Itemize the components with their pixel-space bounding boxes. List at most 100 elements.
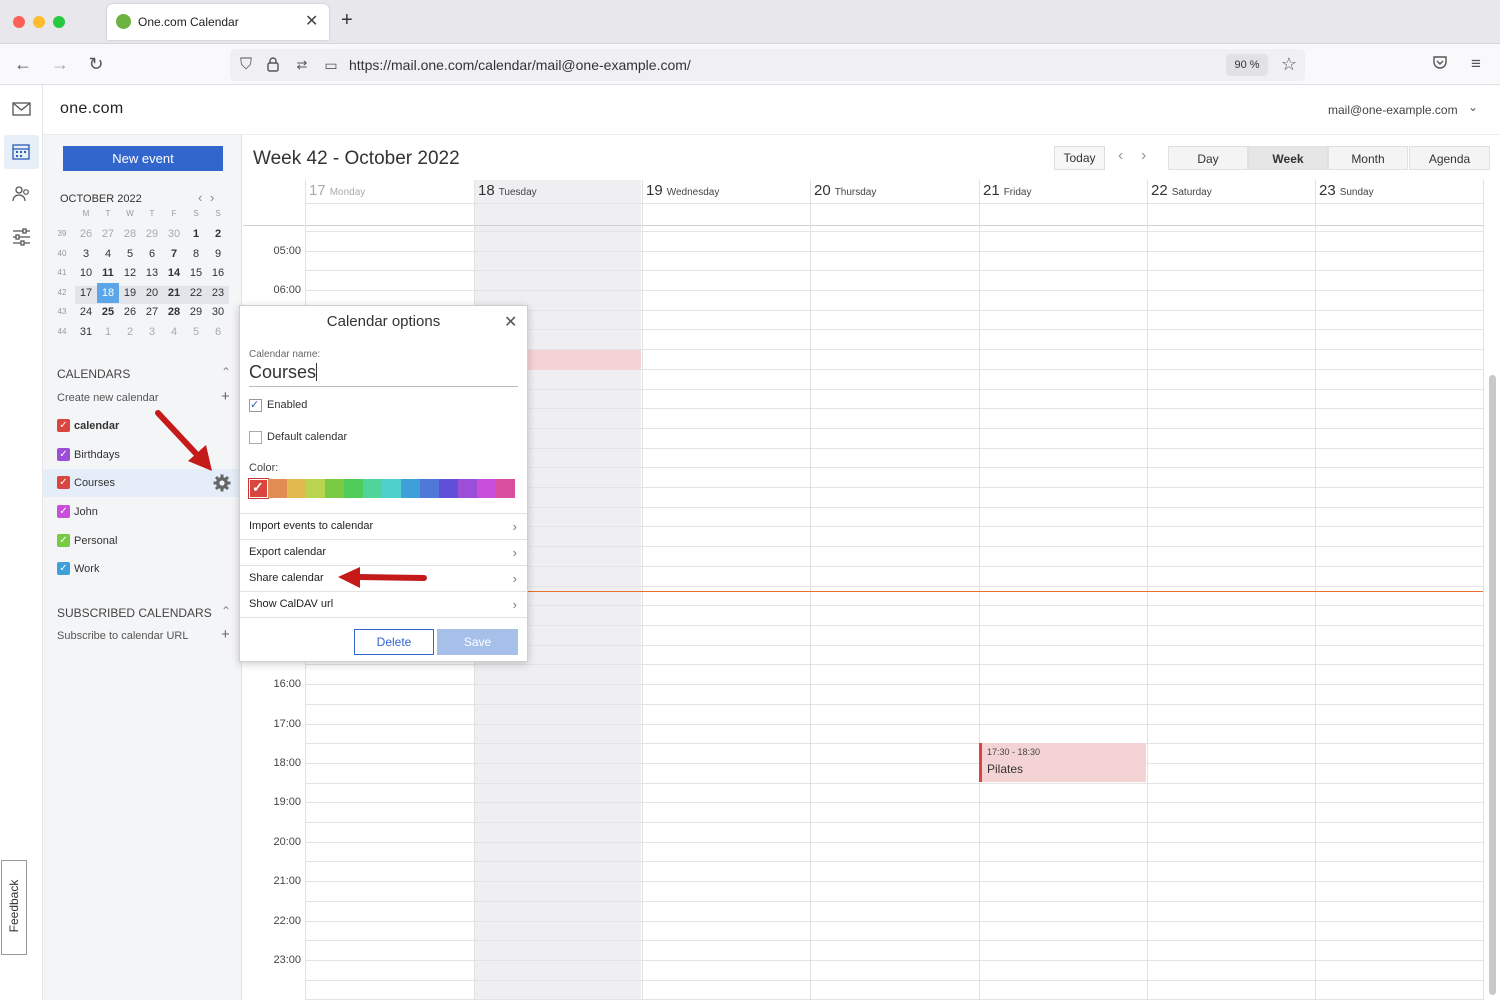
day-header-tuesday[interactable]: 18 Tuesday — [478, 182, 638, 202]
calendar-checkbox[interactable]: ✓ — [57, 448, 70, 461]
mini-day[interactable]: 9 — [207, 244, 229, 264]
color-swatch[interactable] — [382, 479, 401, 498]
lock-icon[interactable] — [267, 57, 279, 72]
permissions-icon[interactable]: ⇄ — [292, 55, 312, 75]
reload-icon[interactable]: ↻ — [86, 54, 106, 74]
mini-day[interactable]: 10 — [75, 263, 97, 283]
mini-day[interactable]: 8 — [185, 244, 207, 264]
create-calendar-link[interactable]: Create new calendar — [57, 392, 159, 404]
collapse-calendars-icon[interactable]: ⌃ — [221, 365, 231, 379]
color-swatch[interactable] — [268, 479, 287, 498]
mini-day[interactable]: 7 — [163, 244, 185, 264]
mail-icon[interactable] — [12, 102, 31, 121]
event-pilates[interactable]: 17:30 - 18:30 Pilates — [979, 743, 1146, 782]
dialog-menu-import-events-to-calendar[interactable]: Import events to calendar › — [240, 513, 527, 539]
color-swatch[interactable] — [420, 479, 439, 498]
url-text[interactable]: https://mail.one.com/calendar/mail@one-e… — [349, 57, 691, 73]
app-logo[interactable]: one.com — [60, 100, 123, 118]
grid-scrollbar[interactable] — [1489, 375, 1496, 995]
calendar-item-work[interactable]: ✓ Work — [43, 555, 242, 583]
mini-day[interactable]: 23 — [207, 283, 229, 303]
mini-day[interactable]: 31 — [75, 322, 97, 342]
mini-day[interactable]: 18 — [97, 282, 119, 303]
day-header-thursday[interactable]: 20 Thursday — [814, 182, 974, 202]
color-swatch[interactable] — [496, 479, 515, 498]
calendar-checkbox[interactable]: ✓ — [57, 562, 70, 575]
calendar-checkbox[interactable]: ✓ — [57, 505, 70, 518]
close-dialog-icon[interactable]: ✕ — [504, 312, 517, 332]
mini-day[interactable]: 29 — [141, 224, 163, 244]
mini-day[interactable]: 15 — [185, 263, 207, 283]
view-day-button[interactable]: Day — [1168, 146, 1248, 170]
color-swatch[interactable] — [344, 479, 363, 498]
calendar-checkbox[interactable]: ✓ — [57, 476, 70, 489]
calendar-checkbox[interactable]: ✓ — [57, 419, 70, 432]
mini-day[interactable]: 12 — [119, 263, 141, 283]
day-header-friday[interactable]: 21 Friday — [983, 182, 1143, 202]
today-button[interactable]: Today — [1054, 146, 1105, 170]
mini-day[interactable]: 13 — [141, 263, 163, 283]
mini-day[interactable]: 28 — [163, 302, 185, 322]
color-swatch[interactable] — [306, 479, 325, 498]
url-bar[interactable]: ⛉ ⇄ ▭ https://mail.one.com/calendar/mail… — [230, 49, 1305, 81]
shield-icon[interactable]: ⛉ — [236, 55, 256, 75]
mini-day[interactable]: 17 — [75, 283, 97, 303]
color-swatch[interactable]: ✓ — [248, 478, 269, 499]
mini-day[interactable]: 26 — [119, 302, 141, 322]
day-header-saturday[interactable]: 22 Saturday — [1151, 182, 1311, 202]
calendar-nav-icon[interactable] — [4, 135, 39, 169]
add-subscription-icon[interactable]: + — [221, 626, 230, 643]
color-swatch[interactable] — [401, 479, 420, 498]
maximize-window-button[interactable] — [53, 16, 65, 28]
mini-day[interactable]: 6 — [141, 244, 163, 264]
color-swatch[interactable] — [287, 479, 306, 498]
back-icon[interactable]: ← — [13, 54, 33, 74]
view-agenda-button[interactable]: Agenda — [1409, 146, 1490, 170]
settings-sliders-icon[interactable] — [12, 228, 31, 251]
color-swatch[interactable] — [363, 479, 382, 498]
close-window-button[interactable] — [13, 16, 25, 28]
collapse-subscribed-icon[interactable]: ⌃ — [221, 604, 231, 618]
delete-button[interactable]: Delete — [354, 629, 434, 655]
color-swatch[interactable] — [439, 479, 458, 498]
mini-day[interactable]: 27 — [141, 302, 163, 322]
mini-day[interactable]: 27 — [97, 224, 119, 244]
bookmark-star-icon[interactable]: ☆ — [1278, 54, 1300, 74]
day-header-sunday[interactable]: 23 Sunday — [1319, 182, 1479, 202]
mini-day[interactable]: 3 — [141, 322, 163, 342]
mini-day[interactable]: 5 — [119, 244, 141, 264]
prev-week-icon[interactable]: ‹ — [1118, 147, 1123, 165]
mini-day[interactable]: 1 — [185, 224, 207, 244]
mini-day[interactable]: 16 — [207, 263, 229, 283]
mini-day[interactable]: 2 — [119, 322, 141, 342]
save-button[interactable]: Save — [437, 629, 518, 655]
mini-day[interactable]: 30 — [207, 302, 229, 322]
mini-day[interactable]: 19 — [119, 283, 141, 303]
dialog-menu-export-calendar[interactable]: Export calendar › — [240, 539, 527, 565]
mini-day[interactable]: 25 — [97, 302, 119, 322]
color-swatch[interactable] — [458, 479, 477, 498]
calendar-checkbox[interactable]: ✓ — [57, 534, 70, 547]
new-event-button[interactable]: New event — [63, 146, 223, 171]
mini-day[interactable]: 2 — [207, 224, 229, 244]
mini-day[interactable]: 28 — [119, 224, 141, 244]
mini-day[interactable]: 20 — [141, 283, 163, 303]
mini-day[interactable]: 29 — [185, 302, 207, 322]
feedback-tab[interactable]: Feedback — [1, 860, 27, 955]
mini-day[interactable]: 6 — [207, 322, 229, 342]
enabled-checkbox[interactable]: ✓ — [249, 399, 262, 412]
add-calendar-icon[interactable]: + — [221, 388, 230, 405]
view-month-button[interactable]: Month — [1328, 146, 1408, 170]
menu-icon[interactable]: ≡ — [1466, 54, 1486, 74]
close-tab-icon[interactable]: ✕ — [305, 11, 318, 31]
mini-day[interactable]: 4 — [97, 244, 119, 264]
color-swatch[interactable] — [477, 479, 496, 498]
calendar-item-personal[interactable]: ✓ Personal — [43, 527, 242, 555]
mini-day[interactable]: 4 — [163, 322, 185, 342]
mini-next-icon[interactable]: › — [210, 190, 214, 205]
mini-day[interactable]: 26 — [75, 224, 97, 244]
reader-icon[interactable]: ▭ — [321, 55, 341, 75]
subscribe-url-link[interactable]: Subscribe to calendar URL — [57, 630, 188, 642]
mini-day[interactable]: 5 — [185, 322, 207, 342]
forward-icon[interactable]: → — [50, 54, 70, 74]
